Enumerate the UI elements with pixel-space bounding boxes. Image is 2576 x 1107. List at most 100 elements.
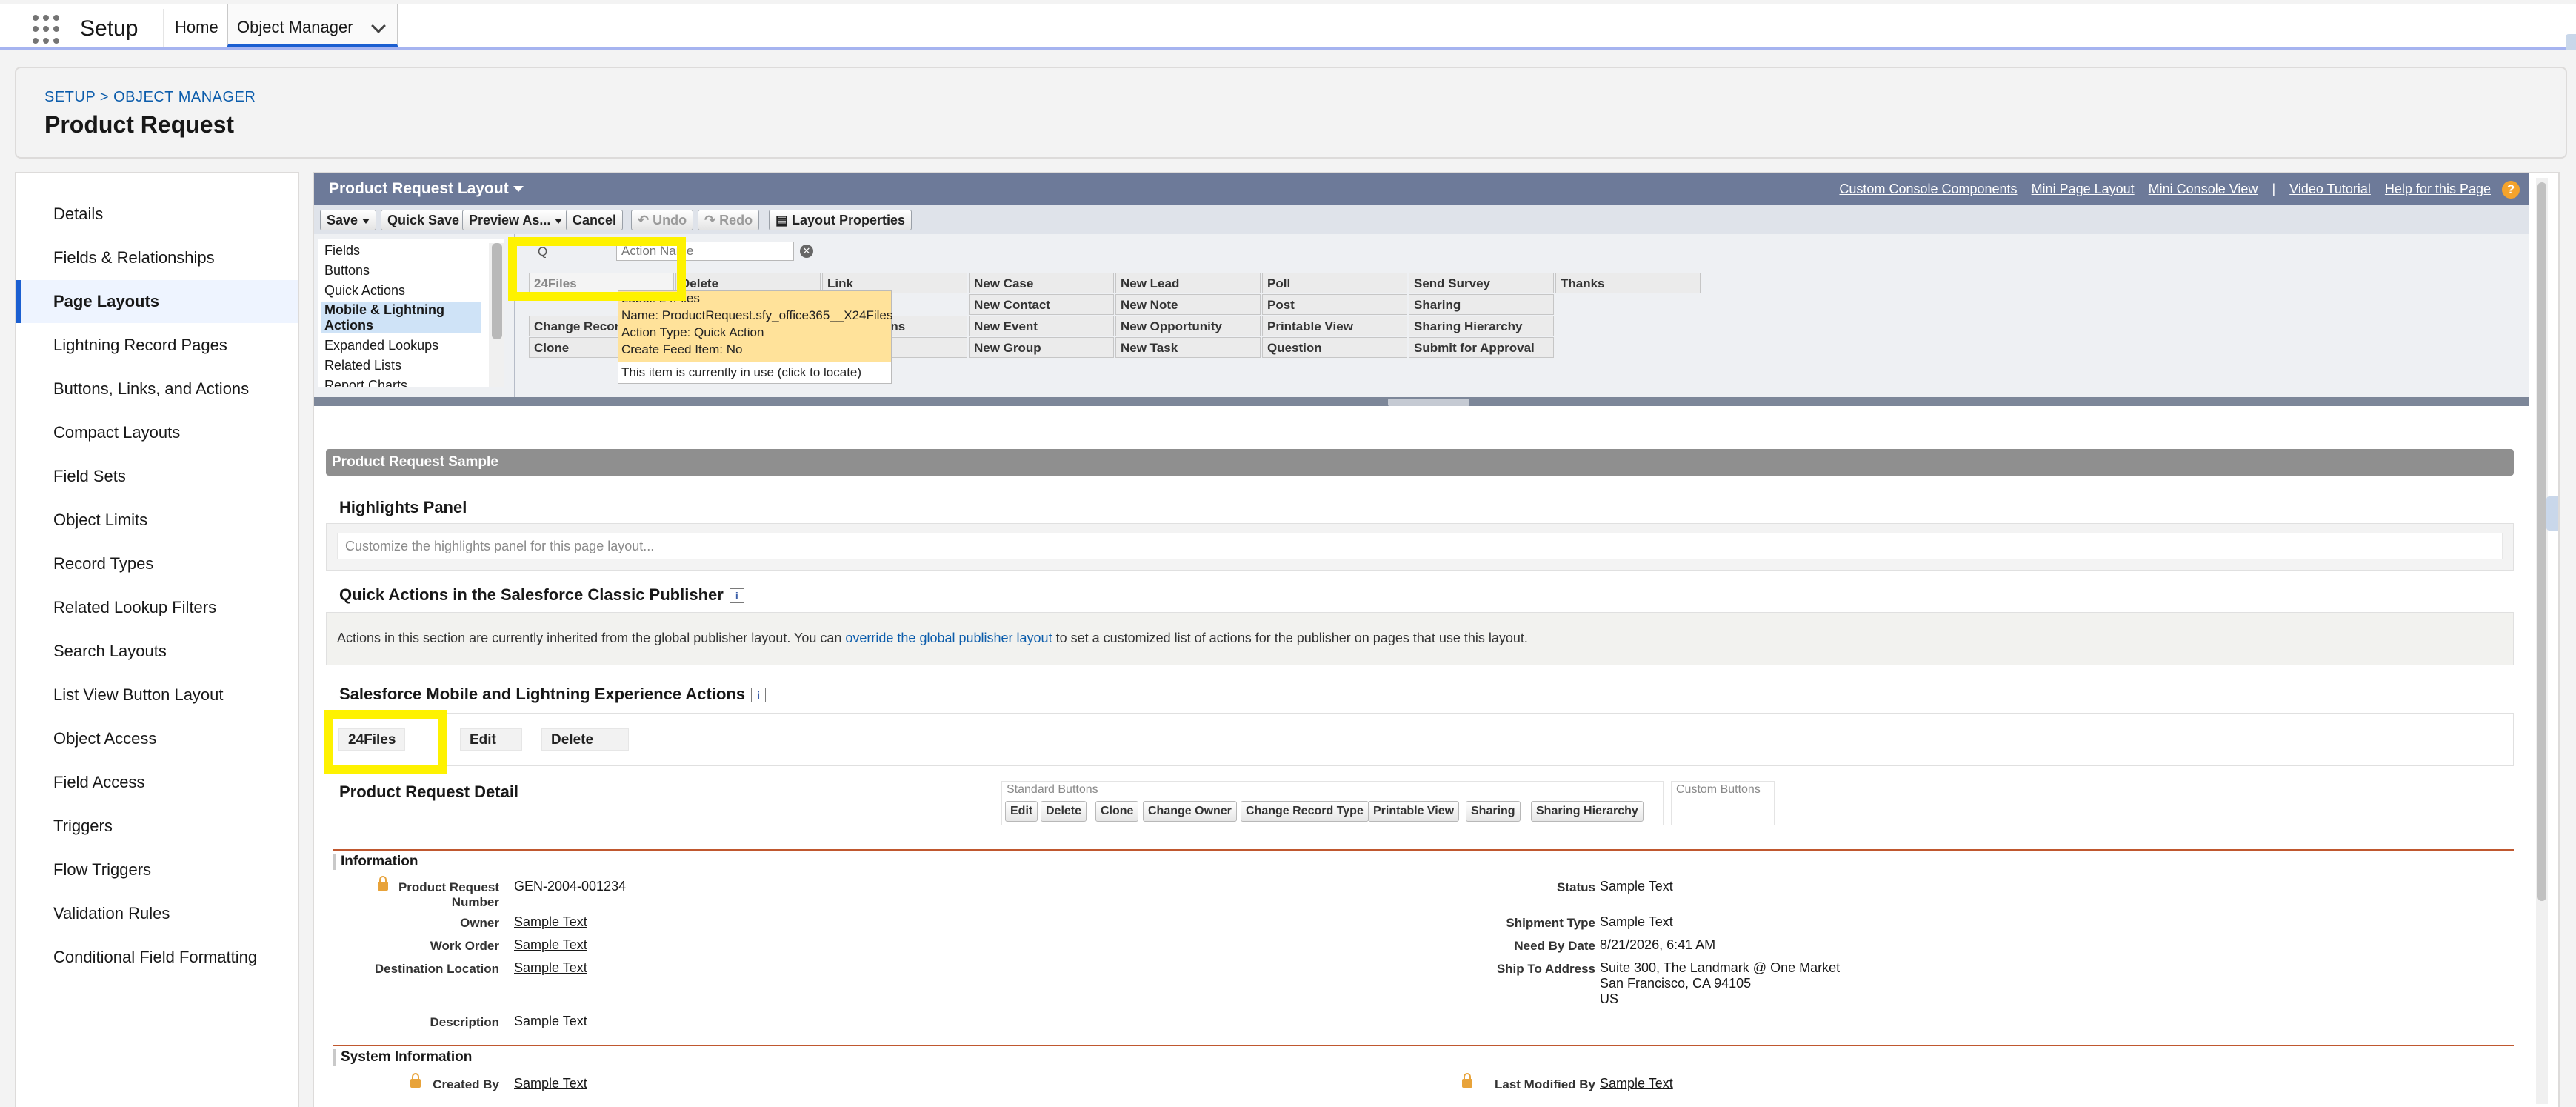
field-value-ship-to-address-line-1[interactable]: Suite 300, The Landmark @ One Market [1600, 960, 1840, 976]
quick-save-button[interactable]: Quick Save [381, 210, 467, 230]
nav-tab-home[interactable]: Home [175, 18, 218, 37]
sidebar-item-search-layouts[interactable]: Search Layouts [16, 630, 298, 673]
caret-down-icon[interactable] [513, 186, 524, 193]
palette-item-printable-view[interactable]: Printable View [1262, 316, 1407, 336]
palette-item-new-case[interactable]: New Case [969, 273, 1114, 293]
redo-button[interactable]: ↷ Redo [698, 210, 760, 230]
info-icon[interactable]: i [751, 688, 767, 703]
palette-category-buttons[interactable]: Buttons [321, 263, 501, 279]
std-button-printable-view[interactable]: Printable View [1368, 801, 1460, 822]
palette-category-mobile-lightning-actions[interactable]: Mobile & Lightning Actions [321, 302, 481, 333]
std-button-change-owner[interactable]: Change Owner [1143, 801, 1237, 822]
mobile-action-delete[interactable]: Delete [541, 728, 629, 751]
preview-as-button[interactable]: Preview As... [462, 210, 570, 230]
palette-item-new-contact[interactable]: New Contact [969, 294, 1114, 315]
sidebar-item-list-view-button-layout[interactable]: List View Button Layout [16, 674, 298, 717]
palette-item-submit-for-approval[interactable]: Submit for Approval [1409, 337, 1554, 358]
highlights-panel-placeholder[interactable]: Customize the highlights panel for this … [337, 533, 2503, 559]
cancel-button[interactable]: Cancel [566, 210, 624, 230]
information-section-label[interactable]: Information [333, 854, 418, 870]
link-mini-page-layout[interactable]: Mini Page Layout [2032, 182, 2135, 196]
std-button-change-record-type[interactable]: Change Record Type [1241, 801, 1369, 822]
sidebar-item-buttons-links-actions[interactable]: Buttons, Links, and Actions [16, 368, 298, 410]
caret-down-icon[interactable] [555, 218, 563, 224]
sidebar-item-fields-relationships[interactable]: Fields & Relationships [16, 236, 298, 279]
caret-down-icon[interactable] [362, 218, 370, 224]
layout-properties-button[interactable]: ▤ Layout Properties [769, 210, 912, 230]
system-information-section-label[interactable]: System Information [333, 1049, 472, 1066]
sidebar-item-lightning-record-pages[interactable]: Lightning Record Pages [16, 324, 298, 367]
palette-collapse-handle[interactable] [1388, 399, 1469, 406]
field-value-work-order[interactable]: Sample Text [514, 937, 587, 953]
palette-item-new-task[interactable]: New Task [1115, 337, 1261, 358]
palette-category-scrollbar-thumb[interactable] [492, 243, 502, 339]
mobile-action-edit[interactable]: Edit [460, 728, 522, 751]
tooltip-in-use[interactable]: This item is currently in use (click to … [621, 365, 861, 380]
field-value-last-modified-by[interactable]: Sample Text [1600, 1076, 1673, 1091]
std-button-delete[interactable]: Delete [1041, 801, 1087, 822]
palette-item-poll[interactable]: Poll [1262, 273, 1407, 293]
layout-selector[interactable]: Product Request Layout [329, 180, 524, 198]
std-button-sharing[interactable]: Sharing [1466, 801, 1521, 822]
std-button-sharing-hierarchy[interactable]: Sharing Hierarchy [1531, 801, 1644, 822]
palette-category-list[interactable]: Fields Buttons Quick Actions Mobile & Li… [318, 239, 504, 387]
field-value-status[interactable]: Sample Text [1600, 879, 1673, 894]
sidebar-item-details[interactable]: Details [16, 193, 298, 236]
help-icon[interactable]: ? [2502, 181, 2520, 199]
palette-category-fields[interactable]: Fields [321, 243, 501, 259]
palette-item-new-group[interactable]: New Group [969, 337, 1114, 358]
sidebar-item-object-access[interactable]: Object Access [16, 717, 298, 760]
std-button-clone[interactable]: Clone [1095, 801, 1139, 822]
palette-category-related-lists[interactable]: Related Lists [321, 358, 501, 373]
field-value-ship-to-address-line-2[interactable]: San Francisco, CA 94105 [1600, 976, 1751, 991]
sidebar-item-flow-triggers[interactable]: Flow Triggers [16, 848, 298, 891]
palette-side-tab[interactable] [2546, 496, 2558, 531]
sidebar-item-page-layouts[interactable]: Page Layouts [16, 280, 298, 323]
editor-scrollbar[interactable] [2536, 178, 2548, 1104]
std-button-edit[interactable]: Edit [1005, 801, 1038, 822]
field-value-description[interactable]: Sample Text [514, 1014, 587, 1029]
sidebar-item-compact-layouts[interactable]: Compact Layouts [16, 411, 298, 454]
override-publisher-layout-link[interactable]: override the global publisher layout [845, 631, 1052, 645]
link-custom-console-components[interactable]: Custom Console Components [1839, 182, 2017, 196]
sidebar-item-triggers[interactable]: Triggers [16, 805, 298, 848]
info-icon[interactable]: i [729, 588, 744, 604]
sidebar-item-record-types[interactable]: Record Types [16, 542, 298, 585]
link-help-for-this-page[interactable]: Help for this Page [2385, 182, 2491, 196]
sidebar-item-field-sets[interactable]: Field Sets [16, 455, 298, 498]
sidebar-item-object-limits[interactable]: Object Limits [16, 499, 298, 542]
sidebar-item-related-lookup-filters[interactable]: Related Lookup Filters [16, 586, 298, 629]
highlights-panel[interactable]: Customize the highlights panel for this … [326, 523, 2514, 571]
palette-category-quick-actions[interactable]: Quick Actions [321, 283, 501, 299]
breadcrumb[interactable]: SETUP > OBJECT MANAGER [44, 89, 256, 106]
palette-item-new-lead[interactable]: New Lead [1115, 273, 1261, 293]
link-video-tutorial[interactable]: Video Tutorial [2289, 182, 2371, 196]
field-value-product-request-number[interactable]: GEN-2004-001234 [514, 879, 626, 894]
field-value-created-by[interactable]: Sample Text [514, 1076, 587, 1091]
sidebar-item-conditional-field-formatting[interactable]: Conditional Field Formatting [16, 936, 298, 979]
chevron-down-icon[interactable] [371, 19, 386, 33]
sidebar-item-validation-rules[interactable]: Validation Rules [16, 892, 298, 935]
palette-category-expanded-lookups[interactable]: Expanded Lookups [321, 338, 501, 353]
palette-item-new-note[interactable]: New Note [1115, 294, 1261, 315]
palette-category-scrollbar[interactable] [489, 243, 504, 387]
clear-icon[interactable]: ✕ [800, 245, 813, 258]
palette-item-new-event[interactable]: New Event [969, 316, 1114, 336]
palette-item-send-survey[interactable]: Send Survey [1409, 273, 1554, 293]
sidebar-item-field-access[interactable]: Field Access [16, 761, 298, 804]
field-value-destination-location[interactable]: Sample Text [514, 960, 587, 976]
save-button[interactable]: Save [320, 210, 377, 230]
undo-button[interactable]: ↶ Undo [631, 210, 694, 230]
palette-item-thanks[interactable]: Thanks [1555, 273, 1701, 293]
palette-item-new-opportunity[interactable]: New Opportunity [1115, 316, 1261, 336]
link-mini-console-view[interactable]: Mini Console View [2149, 182, 2258, 196]
palette-item-question[interactable]: Question [1262, 337, 1407, 358]
palette-item-post[interactable]: Post [1262, 294, 1407, 315]
field-value-need-by-date[interactable]: 8/21/2026, 6:41 AM [1600, 937, 1715, 953]
palette-category-report-charts[interactable]: Report Charts [321, 378, 501, 387]
palette-item-sharing[interactable]: Sharing [1409, 294, 1554, 315]
editor-scrollbar-thumb[interactable] [2537, 182, 2546, 901]
field-value-owner[interactable]: Sample Text [514, 914, 587, 930]
field-value-shipment-type[interactable]: Sample Text [1600, 914, 1673, 930]
nav-tab-object-manager[interactable]: Object Manager [227, 4, 398, 47]
